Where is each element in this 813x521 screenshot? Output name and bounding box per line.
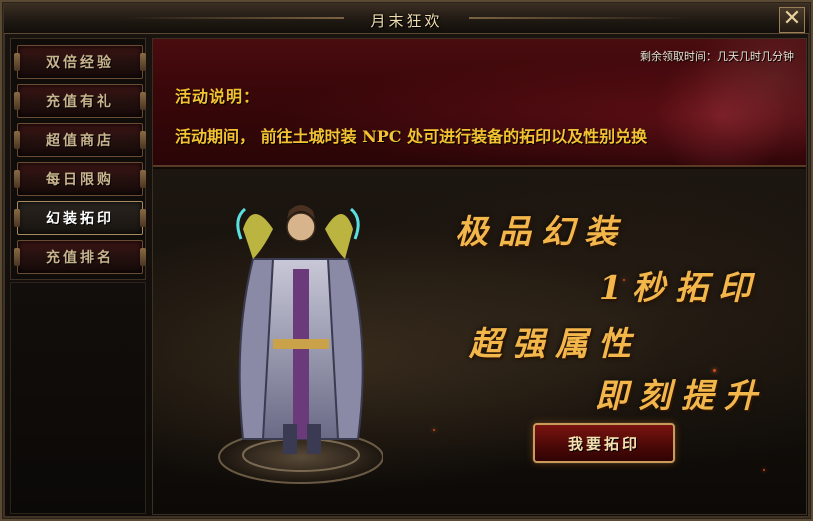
sidebar-item-label: 每日限购 [46, 172, 114, 188]
sidebar: 双倍经验 充值有礼 超值商店 每日限购 幻装拓印 充值排名 [10, 38, 146, 280]
sidebar-item-double-exp[interactable]: 双倍经验 [14, 45, 146, 79]
sidebar-item-label: 幻装拓印 [46, 211, 114, 227]
sidebar-item-value-shop[interactable]: 超值商店 [14, 123, 146, 157]
close-icon: ✕ [782, 6, 802, 31]
sidebar-item-phantom-imprint[interactable]: 幻装拓印 [14, 201, 146, 235]
sidebar-item-label: 充值排名 [46, 250, 114, 266]
description-text: 活动期间， 前往土城时装 NPC 处可进行装备的拓印以及性别兑换 [175, 127, 648, 146]
promo-scene: 极品幻装 1秒拓印 超强属性 即刻提升 我要拓印 [153, 169, 806, 514]
slogan-line-1: 极品幻装 [455, 212, 627, 251]
character-figure [218, 205, 383, 484]
sidebar-item-recharge-rank[interactable]: 充值排名 [14, 240, 146, 274]
sidebar-item-daily-limit[interactable]: 每日限购 [14, 162, 146, 196]
sidebar-item-label: 超值商店 [46, 133, 114, 149]
sidebar-item-label: 充值有礼 [46, 94, 114, 110]
sidebar-item-label: 双倍经验 [46, 55, 114, 71]
ember-particle [763, 469, 765, 471]
slogan-line-2: 1秒拓印 [599, 268, 761, 307]
title-ornament-right [469, 17, 689, 19]
slogan-line-4: 即刻提升 [595, 376, 767, 415]
title-bar: 月末狂欢 ✕ [4, 4, 809, 34]
event-window: 月末狂欢 ✕ 双倍经验 充值有礼 超值商店 每日限购 幻装拓印 充值排名 剩余领… [0, 0, 813, 521]
description-title: 活动说明： [175, 87, 261, 106]
window-title: 月末狂欢 [370, 12, 443, 30]
sidebar-item-recharge-gift[interactable]: 充值有礼 [14, 84, 146, 118]
ember-particle [433, 429, 435, 431]
close-button[interactable]: ✕ [779, 7, 805, 33]
imprint-button[interactable]: 我要拓印 [533, 423, 675, 463]
slogan-line-3: 超强属性 [469, 324, 641, 363]
remaining-time-label: 剩余领取时间：几天几时几分钟 [640, 50, 794, 63]
sidebar-empty-area [10, 282, 146, 514]
event-banner: 剩余领取时间：几天几时几分钟 活动说明： 活动期间， 前往土城时装 NPC 处可… [153, 39, 806, 167]
imprint-button-label: 我要拓印 [567, 434, 640, 453]
main-panel: 剩余领取时间：几天几时几分钟 活动说明： 活动期间， 前往土城时装 NPC 处可… [152, 38, 807, 515]
